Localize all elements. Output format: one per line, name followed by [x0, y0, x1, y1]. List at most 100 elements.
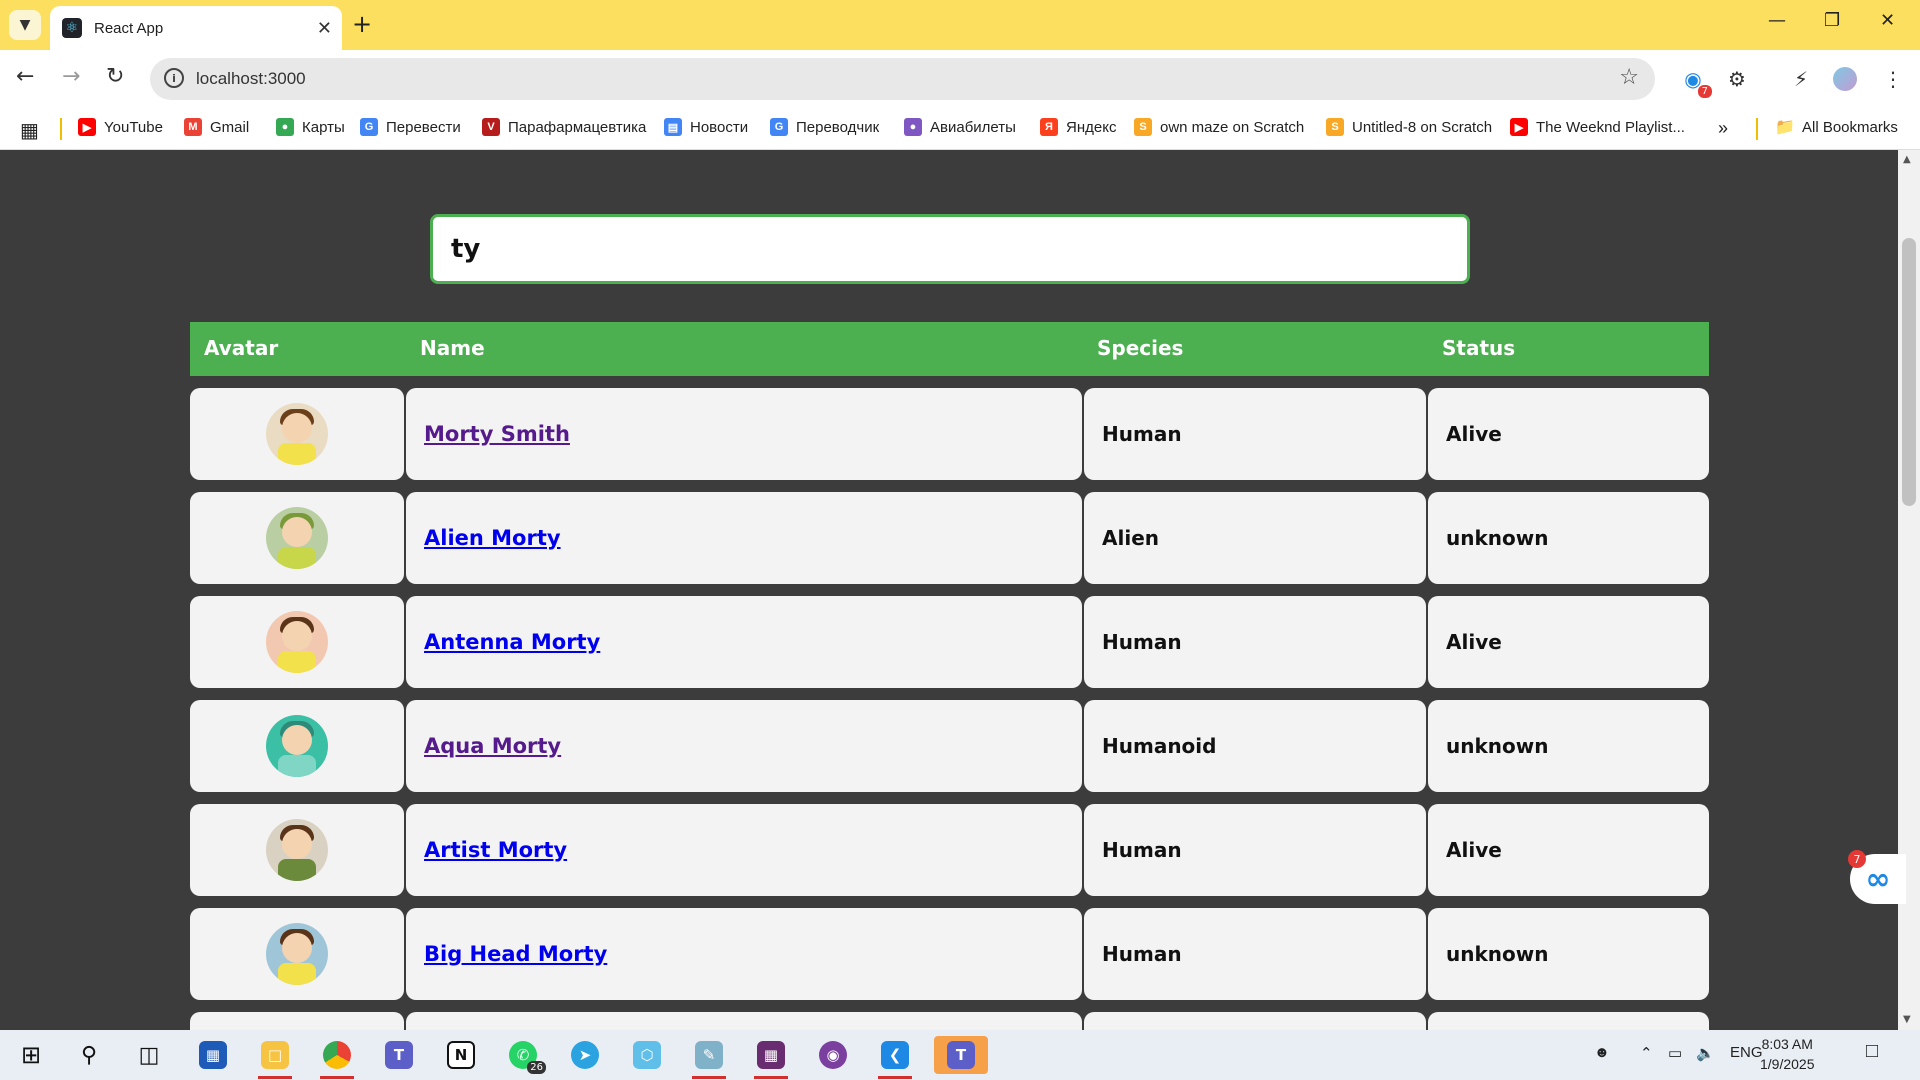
copilot-extension-icon[interactable]: ◉ 7 [1680, 66, 1712, 98]
bookmark-item[interactable]: M Gmail [184, 118, 249, 136]
character-search-input[interactable] [430, 214, 1470, 284]
yandex-icon: Я [1040, 118, 1058, 136]
bookmark-label: Перевести [386, 118, 461, 136]
bookmark-star-icon[interactable]: ☆ [1619, 65, 1639, 90]
species-cell: Alien [1084, 492, 1426, 584]
tab-search-chevron-icon[interactable]: ▼ [9, 10, 41, 40]
clock-date: 1/9/2025 [1760, 1056, 1815, 1072]
name-cell: Antenna Morty [406, 596, 1082, 688]
bookmark-label: Untitled-8 on Scratch [1352, 118, 1493, 136]
name-cell: Big Head Morty [406, 908, 1082, 1000]
notifications-icon[interactable]: □ [1866, 1040, 1878, 1063]
species-text: Human [1102, 838, 1182, 862]
scroll-down-icon[interactable]: ▼ [1903, 1014, 1911, 1025]
species-cell: Human [1084, 596, 1426, 688]
browser-toolbar: ← → ↻ i localhost:3000 ☆ ◉ 7 ⚙ ⚡ ⋮ [0, 50, 1920, 108]
battery-network-icon[interactable]: ▭ [1668, 1044, 1682, 1062]
extensions-puzzle-icon[interactable]: ⚙ [1724, 66, 1750, 92]
bookmark-item[interactable]: ▤ Новости [664, 118, 748, 136]
winrar-icon[interactable]: ▦ [748, 1036, 794, 1079]
new-tab-icon[interactable]: + [352, 10, 372, 38]
globe-icon: ● [904, 118, 922, 136]
character-name-link[interactable]: Aqua Morty [424, 734, 561, 758]
v-logo-icon: V [482, 118, 500, 136]
back-arrow-icon[interactable]: ← [16, 64, 34, 89]
cube-app-icon[interactable]: ⬡ [624, 1036, 670, 1074]
youtube-icon: ▶ [1510, 118, 1528, 136]
bookmark-item[interactable]: G Перевести [360, 118, 461, 136]
teams-meeting-icon[interactable]: T [934, 1036, 988, 1074]
character-name-link[interactable]: Artist Morty [424, 838, 567, 862]
forward-arrow-icon[interactable]: → [62, 64, 80, 89]
vscode-icon[interactable]: ❮ [872, 1036, 918, 1079]
search-icon[interactable]: ⚲ [66, 1036, 112, 1074]
page-content: Avatar Name Species Status Morty Smith Hu… [0, 150, 1898, 1030]
bookmark-item[interactable]: G Переводчик [770, 118, 879, 136]
bookmark-item[interactable]: Sown maze on Scratch [1134, 118, 1304, 136]
avatar-cell [190, 908, 404, 1000]
extension-badge: 7 [1697, 85, 1712, 98]
all-bookmarks-label: All Bookmarks [1802, 118, 1898, 136]
bookmark-item[interactable]: S Untitled-8 on Scratch [1326, 118, 1492, 136]
more-bookmarks-chevron-icon[interactable]: » [1718, 118, 1728, 139]
scratch-icon: S [1326, 118, 1344, 136]
bookmark-item[interactable]: Я Яндекс [1040, 118, 1116, 136]
apps-grid-icon[interactable]: ▦ [20, 118, 39, 143]
scrollbar-thumb[interactable] [1902, 238, 1916, 506]
status-cell: unknown [1428, 492, 1709, 584]
maps-pin-icon: ● [276, 118, 294, 136]
restore-icon[interactable]: ❐ [1824, 10, 1840, 31]
windows-start-icon[interactable]: ⊞ [8, 1036, 54, 1074]
language-indicator[interactable]: ENG [1730, 1044, 1763, 1061]
microsoft-store-icon[interactable]: ▦ [190, 1036, 236, 1074]
address-bar[interactable]: i localhost:3000 ☆ [150, 58, 1655, 100]
file-explorer-icon[interactable]: □ [252, 1036, 298, 1079]
system-clock[interactable]: 8:03 AM 1/9/2025 [1760, 1034, 1815, 1074]
profile-avatar-icon[interactable] [1832, 66, 1858, 92]
character-avatar [266, 715, 328, 777]
task-view-icon[interactable]: ◫ [126, 1036, 172, 1074]
whatsapp-icon[interactable]: ✆ 26 [500, 1036, 546, 1074]
species-cell: Human [1084, 388, 1426, 480]
character-name-link[interactable]: Morty Smith [424, 422, 570, 446]
notion-icon[interactable]: N [438, 1036, 484, 1074]
reload-icon[interactable]: ↻ [106, 64, 124, 89]
whatsapp-badge: 26 [527, 1061, 546, 1074]
minimize-icon[interactable]: — [1768, 10, 1786, 31]
status-text: unknown [1446, 526, 1549, 550]
teams-icon[interactable]: T [376, 1036, 422, 1074]
table-row: Alien Morty Alien unknown [190, 492, 1709, 584]
browser-tab[interactable]: ⚛ React App ✕ [50, 6, 342, 50]
character-avatar [266, 507, 328, 569]
bookmark-label: YouTube [104, 118, 163, 136]
status-text: Alive [1446, 422, 1502, 446]
species-text: Human [1102, 630, 1182, 654]
bookmark-item[interactable]: ● Карты [276, 118, 345, 136]
show-hidden-icons-chevron[interactable]: ⌃ [1640, 1044, 1653, 1062]
all-bookmarks-button[interactable]: 📁 All Bookmarks [1775, 118, 1898, 137]
bookmark-label: Gmail [210, 118, 250, 136]
character-name-link[interactable]: Antenna Morty [424, 630, 600, 654]
bookmark-item[interactable]: ▶ The Weeknd Playlist... [1510, 118, 1685, 136]
chrome-icon[interactable] [314, 1036, 360, 1079]
character-name-link[interactable]: Alien Morty [424, 526, 561, 550]
tab-close-icon[interactable]: ✕ [317, 18, 332, 39]
telegram-icon[interactable]: ➤ [562, 1036, 608, 1074]
github-desktop-icon[interactable]: ◉ [810, 1036, 856, 1074]
bookmark-item[interactable]: ● Авиабилеты [904, 118, 1016, 136]
table-row: Antenna Morty Human Alive [190, 596, 1709, 688]
menu-kebab-icon[interactable]: ⋮ [1880, 66, 1906, 92]
close-window-icon[interactable]: ✕ [1880, 10, 1895, 31]
volume-icon[interactable]: 🔈 [1696, 1044, 1715, 1062]
bookmark-item[interactable]: ▶ YouTube [78, 118, 163, 136]
site-info-icon[interactable]: i [164, 68, 184, 88]
bookmark-item[interactable]: V Парафармацевтика [482, 118, 646, 136]
character-name-link[interactable]: Big Head Morty [424, 942, 607, 966]
performance-icon[interactable]: ⚡ [1788, 66, 1814, 92]
scroll-up-icon[interactable]: ▲ [1903, 154, 1911, 165]
notes-app-icon[interactable]: ✎ [686, 1036, 732, 1079]
species-cell: Human [1084, 908, 1426, 1000]
youtube-icon: ▶ [78, 118, 96, 136]
avatar-cell [190, 700, 404, 792]
people-icon[interactable]: ☻ [1594, 1044, 1610, 1061]
